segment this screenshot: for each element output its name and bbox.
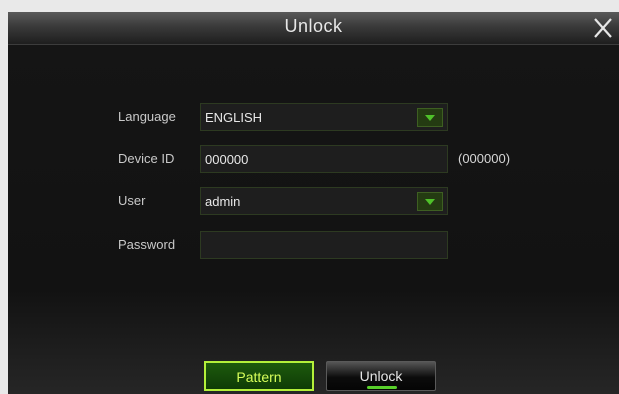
device-id-label: Device ID — [118, 151, 175, 166]
user-value: admin — [205, 194, 241, 209]
password-label: Password — [118, 237, 176, 252]
unlock-dialog: Unlock Language ENGLISH Device ID 000000… — [8, 12, 619, 394]
dialog-body: Language ENGLISH Device ID 000000 (00000… — [8, 45, 619, 394]
chevron-down-icon — [425, 199, 435, 205]
language-dropdown-button[interactable] — [417, 108, 443, 127]
user-select[interactable]: admin — [200, 187, 448, 215]
close-icon — [594, 18, 612, 38]
close-button[interactable] — [589, 14, 617, 42]
user-dropdown-button[interactable] — [417, 192, 443, 211]
unlock-button-glow — [367, 386, 397, 389]
unlock-button-label: Unlock — [359, 368, 403, 384]
pattern-button[interactable]: Pattern — [204, 361, 314, 391]
title-bar: Unlock — [8, 12, 619, 45]
user-label: User — [118, 193, 146, 208]
chevron-down-icon — [425, 115, 435, 121]
language-label: Language — [118, 109, 176, 124]
device-id-hint: (000000) — [458, 151, 511, 166]
device-id-field[interactable]: 000000 — [200, 145, 448, 173]
password-field[interactable] — [200, 231, 448, 259]
language-value: ENGLISH — [205, 110, 263, 125]
device-id-value: 000000 — [205, 152, 249, 167]
language-select[interactable]: ENGLISH — [200, 103, 448, 131]
unlock-button[interactable]: Unlock — [326, 361, 436, 391]
dialog-title: Unlock — [284, 16, 343, 36]
